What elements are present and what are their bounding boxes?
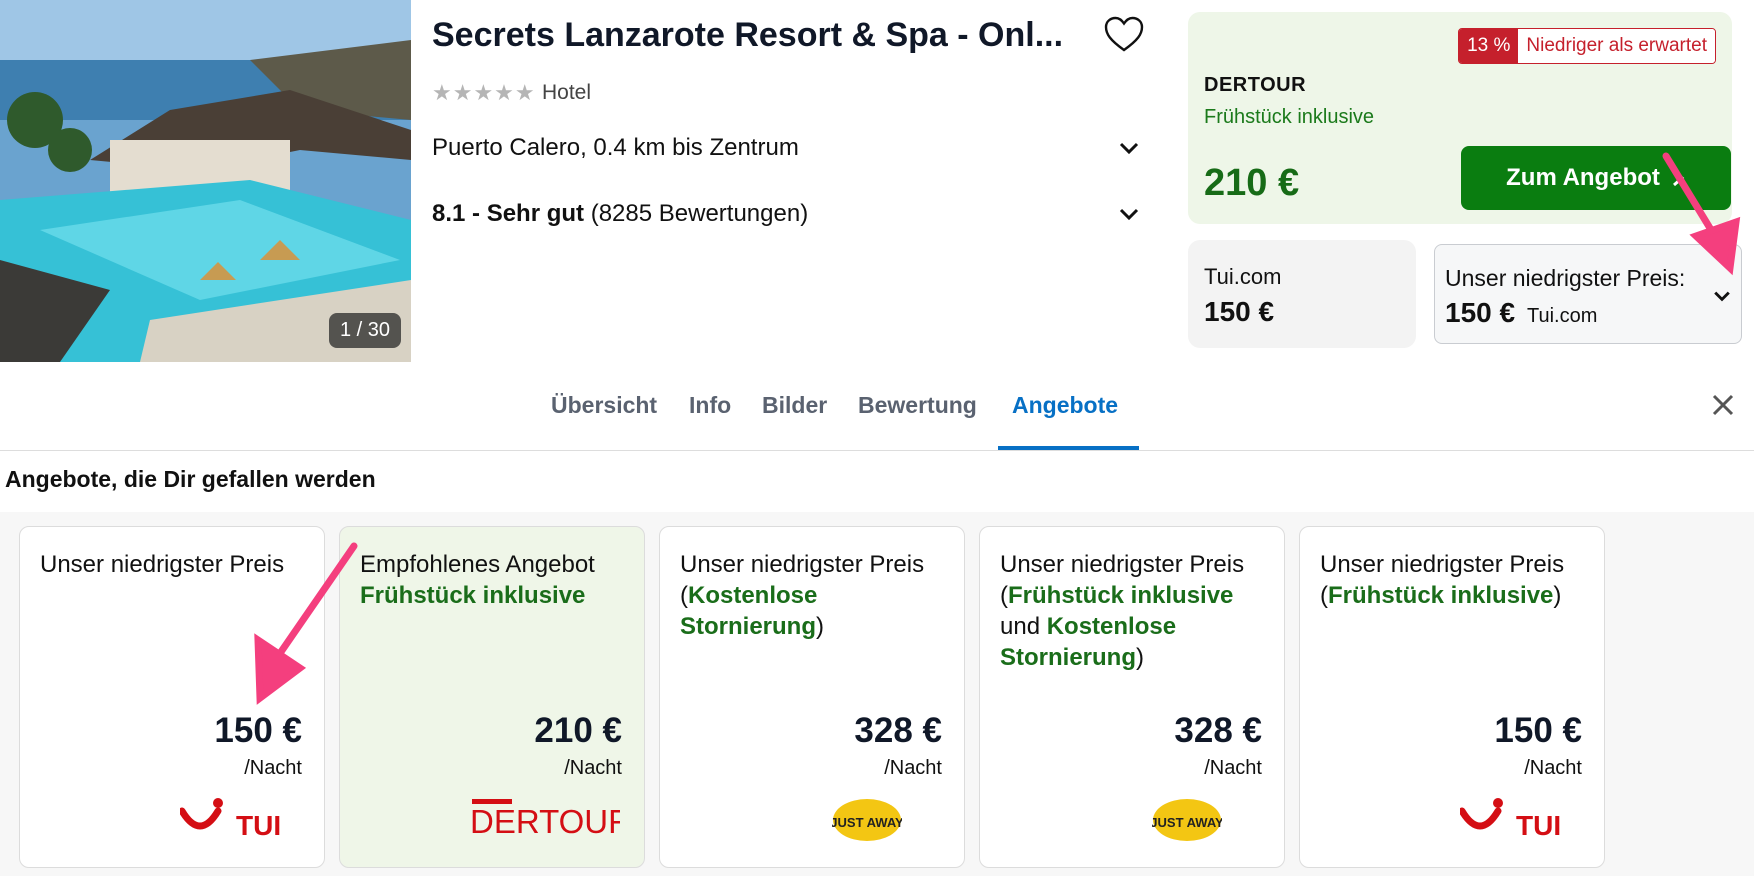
tui-logo-text: TUI [236,810,281,841]
card-title: Unser niedrigster Preis [680,551,925,578]
card-per-night: /Nacht [1204,757,1262,779]
alt-offer-provider: Tui.com [1204,264,1282,289]
location-text: Puerto Calero, 0.4 km bis Zentrum [432,134,799,161]
tab-bewertung[interactable]: Bewertung [858,392,977,419]
featured-offer: 13 % Niedriger als erwartet DERTOUR Früh… [1188,12,1732,224]
favorite-heart-icon[interactable] [1104,16,1144,54]
lowest-price-provider: Tui.com [1527,305,1598,327]
rating-score: 8.1 - Sehr gut [432,200,585,227]
card-per-night: /Nacht [884,757,942,779]
alt-offer-price: 150 € [1204,296,1275,327]
card-per-night: /Nacht [1524,757,1582,779]
image-counter: 1 / 30 [328,313,401,348]
tui-logo-text: TUI [1516,810,1561,841]
star-rating: ★★★★★ [432,80,536,105]
hotel-title[interactable]: Secrets Lanzarote Resort & Spa - Onl... [432,16,1063,55]
offer-card[interactable]: Unser niedrigster Preis (Frühstück inklus… [1299,526,1605,868]
zum-angebot-button[interactable]: Zum Angebot [1461,146,1731,210]
card-title: Unser niedrigster Preis [40,551,285,578]
tab-bar: Übersicht Info Bilder Bewertung Angebote [0,362,1754,451]
justaway-logo-text: JUST AWAY [832,815,902,830]
offer-card-recommended[interactable]: Empfohlenes Angebot Frühstück inklusive 2… [339,526,645,868]
offer-card[interactable]: Unser niedrigster Preis 150 € /Nacht TUI [19,526,325,868]
justaway-logo-text: JUST AWAY [1152,815,1222,830]
offer-provider: DERTOUR [1204,74,1307,96]
card-board: Frühstück inklusive [1008,582,1234,609]
rating-row[interactable]: 8.1 - Sehr gut (8285 Bewertungen) [432,200,1142,228]
price-badge: 13 % Niedriger als erwartet [1458,28,1716,64]
offer-board: Frühstück inklusive [1204,106,1375,128]
card-title: Empfohlenes Angebot [360,551,595,578]
card-per-night: /Nacht [244,757,302,779]
badge-text: Niedriger als erwartet [1518,29,1715,63]
close-icon[interactable] [1708,390,1738,420]
tui-logo: TUI [178,797,284,846]
dertour-logo-text: DERTOUR [470,803,620,837]
lowest-price-label: Unser niedrigster Preis: [1445,265,1686,291]
cta-label: Zum Angebot [1506,164,1660,191]
card-price: 328 € [854,711,942,750]
section-title: Angebote, die Dir gefallen werden [5,466,376,492]
hotel-photo [0,0,411,362]
card-board: Frühstück inklusive [360,582,586,609]
alt-offer-box[interactable]: Tui.com 150 € [1188,240,1416,348]
card-price: 150 € [1494,711,1582,750]
hotel-type: Hotel [542,81,592,104]
chevron-down-icon [1119,142,1139,155]
tab-bilder[interactable]: Bilder [762,392,827,419]
dertour-logo: DERTOUR [470,797,632,842]
location-row[interactable]: Puerto Calero, 0.4 km bis Zentrum [432,134,1142,162]
chevron-down-icon [1119,208,1139,221]
tab-angebote[interactable]: Angebote [1012,392,1118,419]
badge-percent: 13 % [1459,29,1519,63]
offer-price: 210 € [1204,162,1300,204]
hotel-image[interactable]: 1 / 30 [0,0,411,362]
card-price: 150 € [214,711,302,750]
card-cancellation: Kostenlose Stornierung [680,582,818,640]
tui-logo: TUI [1458,797,1564,846]
card-price: 210 € [534,711,622,750]
offer-card[interactable]: Unser niedrigster Preis (Kostenlose Storn… [659,526,965,868]
lowest-price-dropdown[interactable]: Unser niedrigster Preis: 150 € Tui.com [1434,244,1742,344]
chevron-right-icon [1672,169,1685,187]
chevron-down-icon [1714,291,1730,302]
justaway-logo: JUST AWAY [1150,797,1224,848]
justaway-logo: JUST AWAY [830,797,904,848]
tab-uebersicht[interactable]: Übersicht [551,392,657,419]
tab-info[interactable]: Info [689,392,731,419]
card-per-night: /Nacht [564,757,622,779]
offer-card[interactable]: Unser niedrigster Preis (Frühstück inklus… [979,526,1285,868]
card-title: Unser niedrigster Preis [1320,551,1565,578]
rating-count: (8285 Bewertungen) [590,200,809,227]
lowest-price-value: 150 € [1445,297,1516,328]
card-board: Frühstück inklusive [1328,582,1554,609]
card-title: Unser niedrigster Preis [1000,551,1245,578]
active-tab-indicator [998,446,1139,450]
card-price: 328 € [1174,711,1262,750]
